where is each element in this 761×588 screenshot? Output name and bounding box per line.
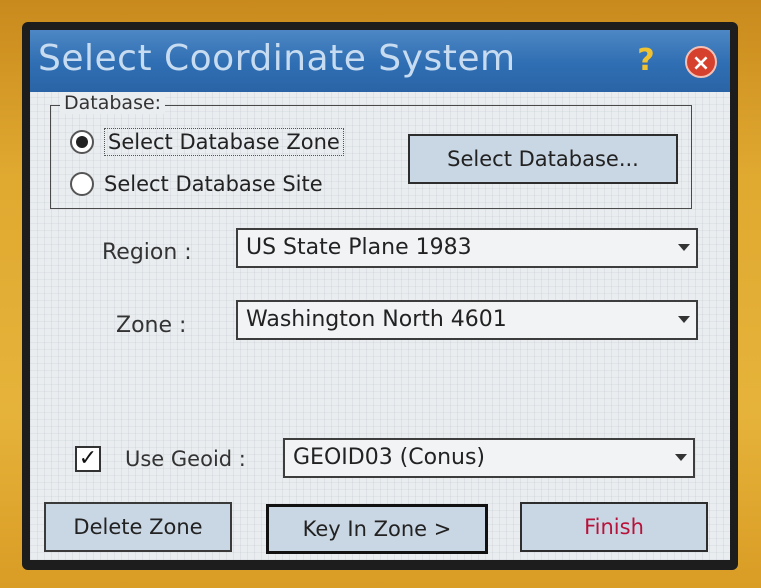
database-legend: Database:: [60, 92, 166, 114]
chevron-down-icon[interactable]: [675, 454, 687, 461]
key-in-zone-button[interactable]: Key In Zone >: [266, 504, 488, 554]
radio-select-database-zone[interactable]: Select Database Zone: [70, 126, 344, 158]
title-bar: Select Coordinate System ? ×: [30, 30, 730, 92]
use-geoid-label: Use Geoid :: [125, 447, 246, 471]
chevron-down-icon[interactable]: [678, 316, 690, 323]
finish-button[interactable]: Finish: [520, 502, 708, 552]
radio-checked-icon[interactable]: [70, 130, 94, 154]
geoid-value: GEOID03 (Conus): [293, 445, 486, 470]
select-database-button[interactable]: Select Database...: [408, 134, 678, 184]
zone-dropdown[interactable]: Washington North 4601: [236, 300, 698, 340]
radio-zone-label: Select Database Zone: [104, 128, 344, 156]
region-label: Region :: [102, 240, 192, 265]
radio-unchecked-icon[interactable]: [70, 172, 94, 196]
radio-site-label: Select Database Site: [104, 172, 323, 196]
use-geoid-checkbox[interactable]: ✓: [75, 446, 101, 472]
help-icon[interactable]: ?: [630, 44, 662, 78]
region-value: US State Plane 1983: [246, 235, 472, 260]
dialog-title: Select Coordinate System: [38, 38, 516, 79]
region-dropdown[interactable]: US State Plane 1983: [236, 228, 698, 268]
radio-select-database-site[interactable]: Select Database Site: [70, 168, 323, 200]
dialog-window: Select Coordinate System ? × Database: S…: [30, 30, 730, 560]
close-icon[interactable]: ×: [685, 46, 717, 78]
delete-zone-button[interactable]: Delete Zone: [44, 502, 232, 552]
geoid-dropdown[interactable]: GEOID03 (Conus): [283, 438, 695, 478]
zone-value: Washington North 4601: [246, 307, 507, 332]
chevron-down-icon[interactable]: [678, 244, 690, 251]
zone-label: Zone :: [116, 313, 187, 338]
